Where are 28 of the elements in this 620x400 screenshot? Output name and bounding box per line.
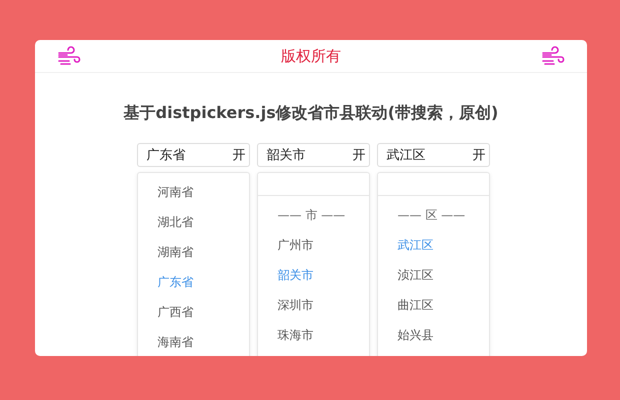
select-value: 广东省 [146,147,186,164]
dropdown-option[interactable]: 曲江区 [378,290,488,320]
toggle-label[interactable]: 开 [472,146,486,164]
select-field[interactable]: 武江区 开 [376,143,490,167]
dropdown-option[interactable]: 始兴县 [378,320,488,350]
dropdown-option[interactable]: 河南省 [138,177,248,207]
select-value: 韶关市 [266,147,306,164]
header-title: 版权所有 [281,46,341,66]
dropdown-option[interactable]: 广西省 [138,297,248,327]
group-label: —— 区 —— [396,207,466,224]
dropdown-option[interactable]: 深圳市 [258,290,368,320]
search-field[interactable] [378,174,488,196]
page-heading: 基于distpickers.js修改省市县联动(带搜索，原创) [122,103,500,124]
group-label: —— 市 —— [276,207,346,224]
select-field[interactable]: 韶关市 开 [256,143,370,167]
search-field[interactable] [258,174,368,196]
dropdown-option[interactable]: 海南省 [138,327,248,356]
dropdown-option[interactable]: 浈江区 [378,260,488,290]
dropdown-option[interactable]: 珠海市 [258,320,368,350]
select-value: 武江区 [386,147,426,164]
dropdown-option[interactable]: 湖南省 [138,237,248,267]
wind-icon [57,46,81,66]
select-field[interactable]: 广东省 开 [136,143,250,167]
dropdown-option[interactable]: 广州市 [258,230,368,260]
toggle-label[interactable]: 开 [232,146,246,164]
toggle-label[interactable]: 开 [352,146,366,164]
dropdown-option[interactable]: 湖北省 [138,207,248,237]
wind-icon [541,46,565,66]
